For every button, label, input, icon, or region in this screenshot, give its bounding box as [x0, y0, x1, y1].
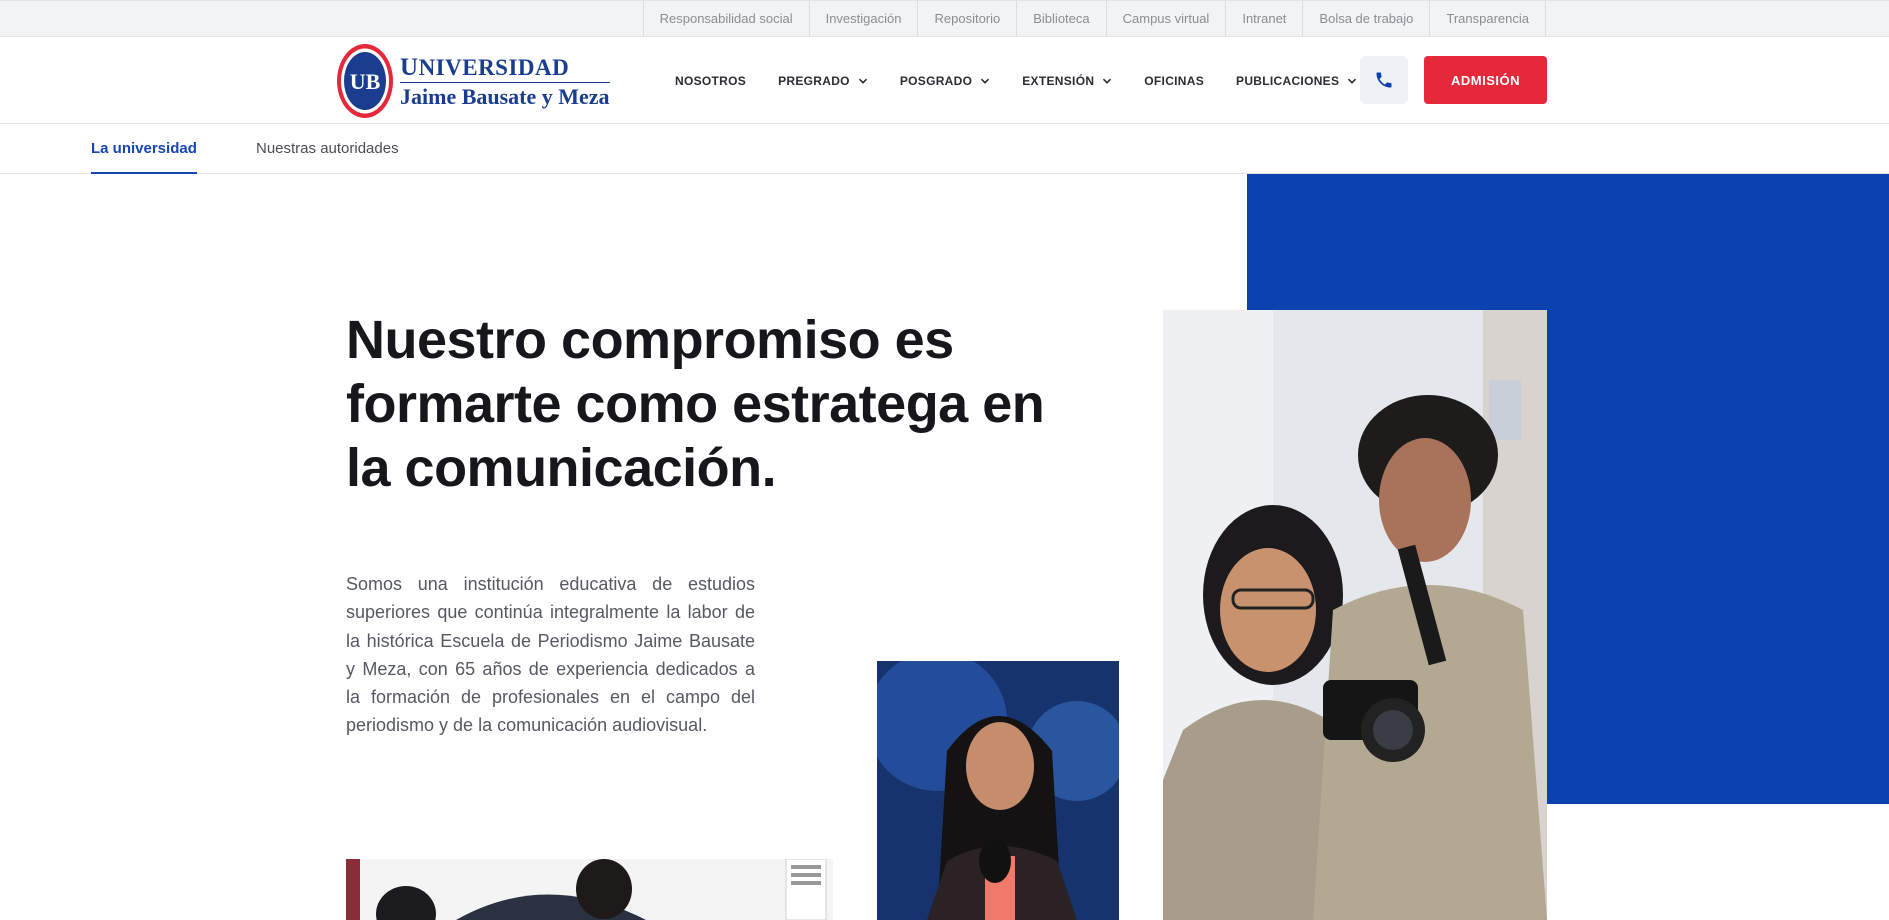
logo-cap-letter: U — [400, 53, 419, 81]
students-camera-photo — [1163, 310, 1547, 920]
nav-label: POSGRADO — [899, 73, 973, 88]
hero-title: Nuestro compromiso es formarte como estr… — [346, 310, 1045, 498]
main-nav: NOSOTROS PREGRADO POSGRADO EXTENSIÓN OFI… — [675, 37, 1389, 124]
university-seal-icon: UB — [337, 44, 393, 118]
logo-line-university: UNIVERSIDAD — [400, 55, 610, 83]
link-responsabilidad-social[interactable]: Responsabilidad social — [644, 1, 810, 37]
classroom-photo — [346, 859, 833, 920]
tab-la-universidad[interactable]: La universidad — [91, 125, 197, 174]
logo-wordmark: UNIVERSIDAD Jaime Bausate y Meza — [400, 55, 610, 108]
reporter-photo — [877, 661, 1119, 920]
reporter-image — [877, 661, 1119, 920]
chevron-down-icon — [1103, 78, 1112, 84]
chevron-down-icon — [858, 78, 867, 84]
logo-line1-rest: NIVERSIDAD — [418, 54, 570, 80]
link-investigacion[interactable]: Investigación — [810, 1, 919, 37]
link-intranet[interactable]: Intranet — [1226, 1, 1304, 37]
top-utility-bar: Responsabilidad social Investigación Rep… — [0, 0, 1889, 37]
link-bolsa-de-trabajo[interactable]: Bolsa de trabajo — [1303, 1, 1431, 37]
seal-text: UB — [350, 69, 381, 94]
students-camera-image — [1163, 310, 1547, 920]
tab-nuestras-autoridades[interactable]: Nuestras autoridades — [256, 125, 399, 174]
nav-label: PUBLICACIONES — [1236, 73, 1340, 88]
classroom-image — [346, 859, 833, 920]
nav-pregrado[interactable]: PREGRADO — [778, 74, 868, 88]
hero-description: Somos una institución educativa de estud… — [346, 574, 755, 736]
nav-publicaciones[interactable]: PUBLICACIONES — [1236, 74, 1357, 88]
section-tabs: La universidad Nuestras autoridades — [0, 125, 1889, 174]
phone-icon — [1376, 72, 1392, 88]
link-biblioteca[interactable]: Biblioteca — [1017, 1, 1107, 37]
nav-label: EXTENSIÓN — [1022, 73, 1095, 88]
link-campus-virtual[interactable]: Campus virtual — [1107, 1, 1227, 37]
phone-button[interactable] — [1360, 56, 1408, 104]
link-repositorio[interactable]: Repositorio — [918, 1, 1018, 37]
nav-nosotros[interactable]: NOSOTROS — [675, 74, 746, 88]
nav-label: PREGRADO — [778, 73, 850, 88]
utility-links: Responsabilidad social Investigación Rep… — [642, 1, 1546, 37]
chevron-down-icon — [1348, 78, 1357, 84]
nav-label: OFICINAS — [1144, 73, 1205, 88]
nav-posgrado[interactable]: POSGRADO — [900, 74, 990, 88]
nav-oficinas[interactable]: OFICINAS — [1144, 74, 1204, 88]
link-transparencia[interactable]: Transparencia — [1430, 1, 1546, 37]
admission-button[interactable]: ADMISIÓN — [1424, 56, 1547, 104]
nav-extension[interactable]: EXTENSIÓN — [1022, 74, 1112, 88]
nav-label: NOSOTROS — [675, 73, 747, 88]
main-header: UB UNIVERSIDAD Jaime Bausate y Meza NOSO… — [0, 37, 1889, 124]
chevron-down-icon — [981, 78, 990, 84]
university-logo[interactable]: UB UNIVERSIDAD Jaime Bausate y Meza — [336, 42, 621, 120]
logo-line-name: Jaime Bausate y Meza — [400, 83, 610, 109]
